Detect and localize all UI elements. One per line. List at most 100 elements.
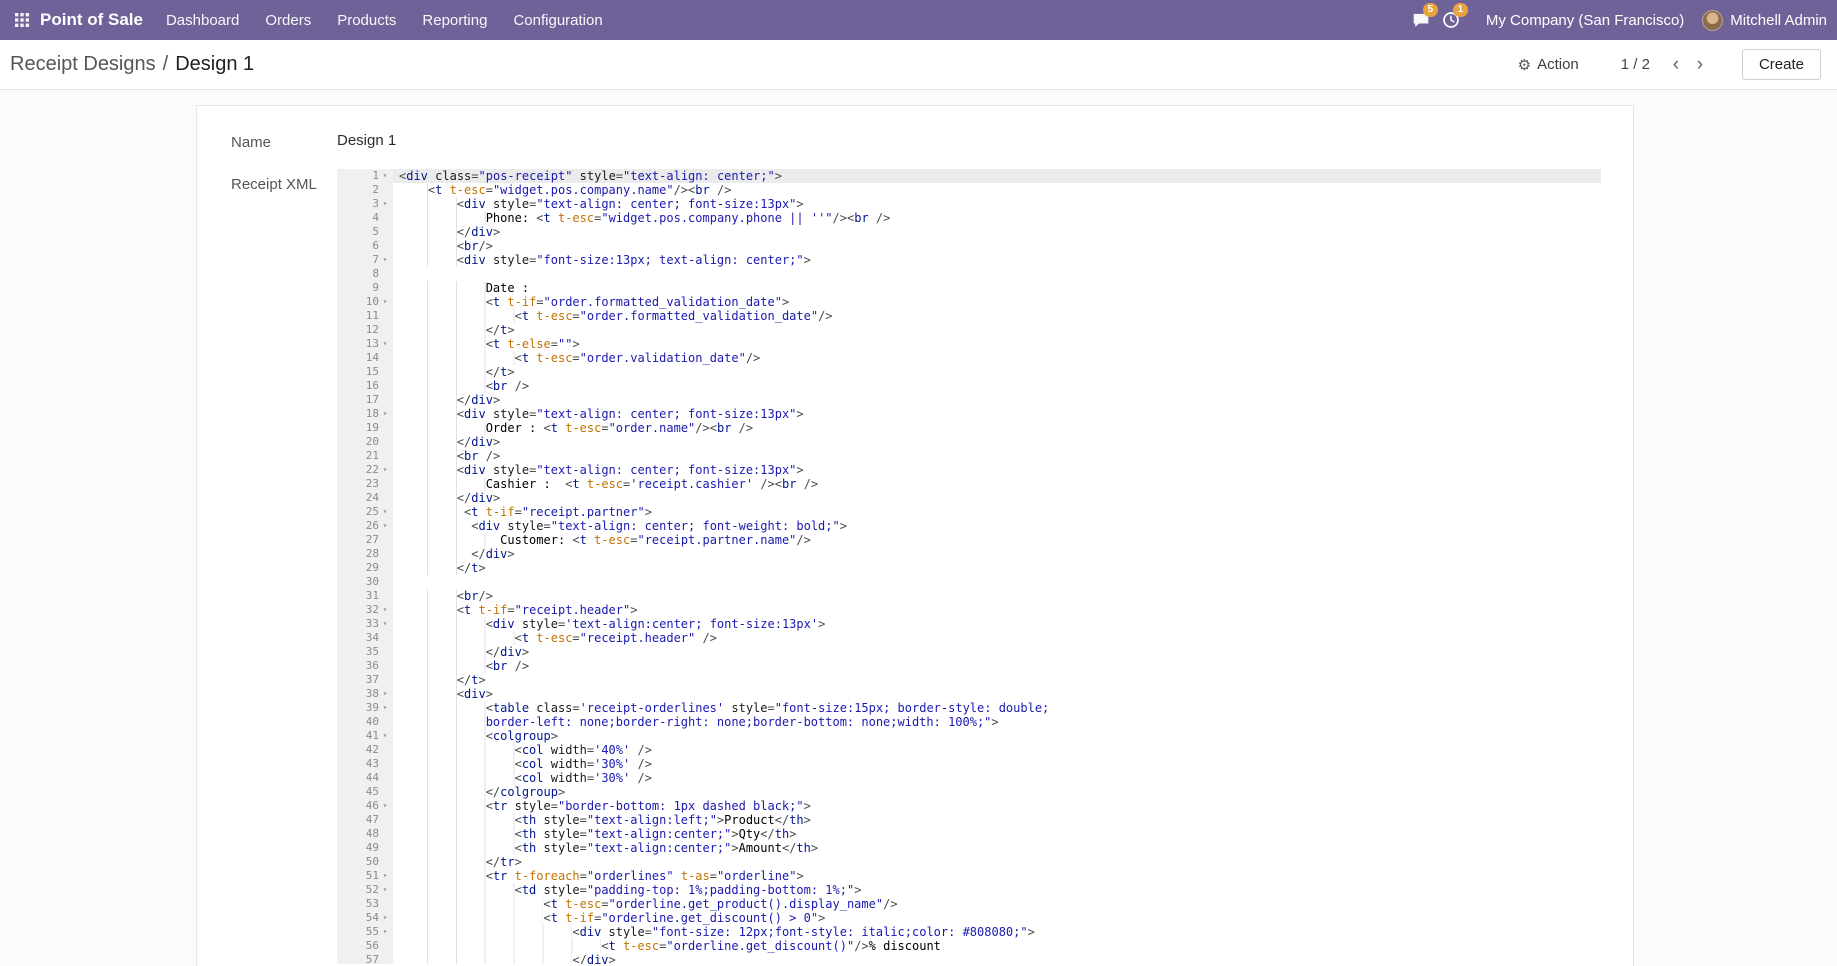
line-number: 22: [366, 463, 379, 477]
gutter-cell: 54▾: [337, 911, 393, 925]
fold-toggle-icon[interactable]: ▾: [379, 253, 391, 267]
fold-toggle-icon[interactable]: ▾: [379, 169, 391, 183]
control-panel-right: ⚙ Action 1 / 2 ‹ › Create: [1518, 49, 1821, 80]
fold-toggle-icon[interactable]: ▾: [379, 687, 391, 701]
fold-toggle-icon[interactable]: ▾: [379, 295, 391, 309]
line-number: 10: [366, 295, 379, 309]
code-line: <t t-esc="orderline.get_discount()"/>% d…: [399, 939, 1601, 953]
field-row-receipt-xml: Receipt XML 1▾23▾4567▾8910▾111213▾141516…: [231, 169, 1601, 964]
gutter-cell: 32▾: [337, 603, 393, 617]
avatar: [1702, 10, 1723, 31]
editor-code[interactable]: <div class="pos-receipt" style="text-ali…: [393, 169, 1601, 964]
content-area: Name Design 1 Receipt XML 1▾23▾4567▾8910…: [0, 90, 1837, 966]
fold-toggle-icon[interactable]: ▾: [379, 799, 391, 813]
fold-toggle-icon[interactable]: ▾: [379, 617, 391, 631]
menu-reporting[interactable]: Reporting: [409, 0, 500, 40]
company-switcher[interactable]: My Company (San Francisco): [1486, 12, 1684, 29]
line-number: 7: [372, 253, 379, 267]
control-panel: Receipt Designs / Design 1 ⚙ Action 1 / …: [0, 40, 1837, 90]
gutter-cell: 16: [337, 379, 393, 393]
line-number: 46: [366, 799, 379, 813]
gutter-cell: 38▾: [337, 687, 393, 701]
code-line: <div class="pos-receipt" style="text-ali…: [393, 169, 1601, 183]
breadcrumb-parent-link[interactable]: Receipt Designs: [10, 53, 156, 76]
line-number: 1: [372, 169, 379, 183]
fold-toggle-icon[interactable]: ▾: [379, 869, 391, 883]
gutter-cell: 27: [337, 533, 393, 547]
line-number: 29: [366, 561, 379, 575]
fold-toggle-icon[interactable]: ▾: [379, 505, 391, 519]
code-line: [399, 267, 1601, 281]
fold-toggle-icon[interactable]: ▾: [379, 603, 391, 617]
code-line: <br />: [399, 449, 1601, 463]
pager: 1 / 2 ‹ ›: [1621, 51, 1712, 79]
action-label: Action: [1537, 56, 1579, 73]
code-line: Phone: <t t-esc="widget.pos.company.phon…: [399, 211, 1601, 225]
fold-toggle-icon[interactable]: ▾: [379, 883, 391, 897]
gutter-cell: 15: [337, 365, 393, 379]
messages-button[interactable]: 5: [1406, 0, 1436, 40]
line-number: 2: [372, 183, 379, 197]
line-number: 8: [372, 267, 379, 281]
fold-toggle-icon[interactable]: ▾: [379, 407, 391, 421]
code-line: <th style="text-align:center;">Qty</th>: [399, 827, 1601, 841]
line-number: 12: [366, 323, 379, 337]
gutter-cell: 56: [337, 939, 393, 953]
chevron-left-icon: ‹: [1673, 54, 1679, 75]
code-line: <t t-if="receipt.partner">: [399, 505, 1601, 519]
breadcrumb-current: Design 1: [175, 53, 254, 76]
menu-products[interactable]: Products: [324, 0, 409, 40]
action-menu-button[interactable]: ⚙ Action: [1518, 56, 1579, 74]
gutter-cell: 31: [337, 589, 393, 603]
code-line: <t t-if="order.formatted_validation_date…: [399, 295, 1601, 309]
gutter-cell: 43: [337, 757, 393, 771]
code-line: </tr>: [399, 855, 1601, 869]
user-menu[interactable]: Mitchell Admin: [1702, 10, 1827, 31]
gutter-cell: 23: [337, 477, 393, 491]
fold-toggle-icon[interactable]: ▾: [379, 519, 391, 533]
gutter-cell: 20: [337, 435, 393, 449]
create-button[interactable]: Create: [1742, 49, 1821, 80]
gutter-cell: 9: [337, 281, 393, 295]
code-line: <t t-esc="receipt.header" />: [399, 631, 1601, 645]
gutter-cell: 29: [337, 561, 393, 575]
field-row-name: Name Design 1: [231, 132, 1601, 151]
activities-badge: 1: [1453, 3, 1468, 17]
code-line: <div style="font-size: 12px;font-style: …: [399, 925, 1601, 939]
line-number: 49: [366, 841, 379, 855]
fold-toggle-icon[interactable]: ▾: [379, 911, 391, 925]
line-number: 47: [366, 813, 379, 827]
gutter-cell: 8: [337, 267, 393, 281]
apps-menu-button[interactable]: [8, 0, 36, 40]
menu-configuration[interactable]: Configuration: [500, 0, 615, 40]
code-line: </t>: [399, 323, 1601, 337]
gutter-cell: 28: [337, 547, 393, 561]
activities-button[interactable]: 1: [1436, 0, 1466, 40]
line-number: 30: [366, 575, 379, 589]
gutter-cell: 2: [337, 183, 393, 197]
menu-orders[interactable]: Orders: [252, 0, 324, 40]
code-line: <table class='receipt-orderlines' style=…: [399, 701, 1601, 715]
code-line: <t t-if="orderline.get_discount() > 0">: [399, 911, 1601, 925]
app-menu: Dashboard Orders Products Reporting Conf…: [153, 0, 616, 40]
pager-previous-button[interactable]: ‹: [1664, 51, 1688, 79]
apps-grid-icon: [15, 13, 29, 27]
line-number: 25: [366, 505, 379, 519]
code-line: <col width='40%' />: [399, 743, 1601, 757]
fold-toggle-icon[interactable]: ▾: [379, 197, 391, 211]
menu-dashboard[interactable]: Dashboard: [153, 0, 252, 40]
code-line: <t t-esc="widget.pos.company.name"/><br …: [399, 183, 1601, 197]
xml-code-editor[interactable]: 1▾23▾4567▾8910▾111213▾1415161718▾1920212…: [337, 169, 1601, 964]
fold-toggle-icon[interactable]: ▾: [379, 925, 391, 939]
code-line: <th style="text-align:center;">Amount</t…: [399, 841, 1601, 855]
app-brand[interactable]: Point of Sale: [40, 10, 143, 30]
code-line: <tr style="border-bottom: 1px dashed bla…: [399, 799, 1601, 813]
fold-toggle-icon[interactable]: ▾: [379, 463, 391, 477]
fold-toggle-icon[interactable]: ▾: [379, 337, 391, 351]
pager-next-button[interactable]: ›: [1688, 51, 1712, 79]
code-line: border-left: none;border-right: none;bor…: [399, 715, 1601, 729]
fold-toggle-icon[interactable]: ▾: [379, 701, 391, 715]
fold-toggle-icon[interactable]: ▾: [379, 729, 391, 743]
gutter-cell: 44: [337, 771, 393, 785]
gutter-cell: 30: [337, 575, 393, 589]
